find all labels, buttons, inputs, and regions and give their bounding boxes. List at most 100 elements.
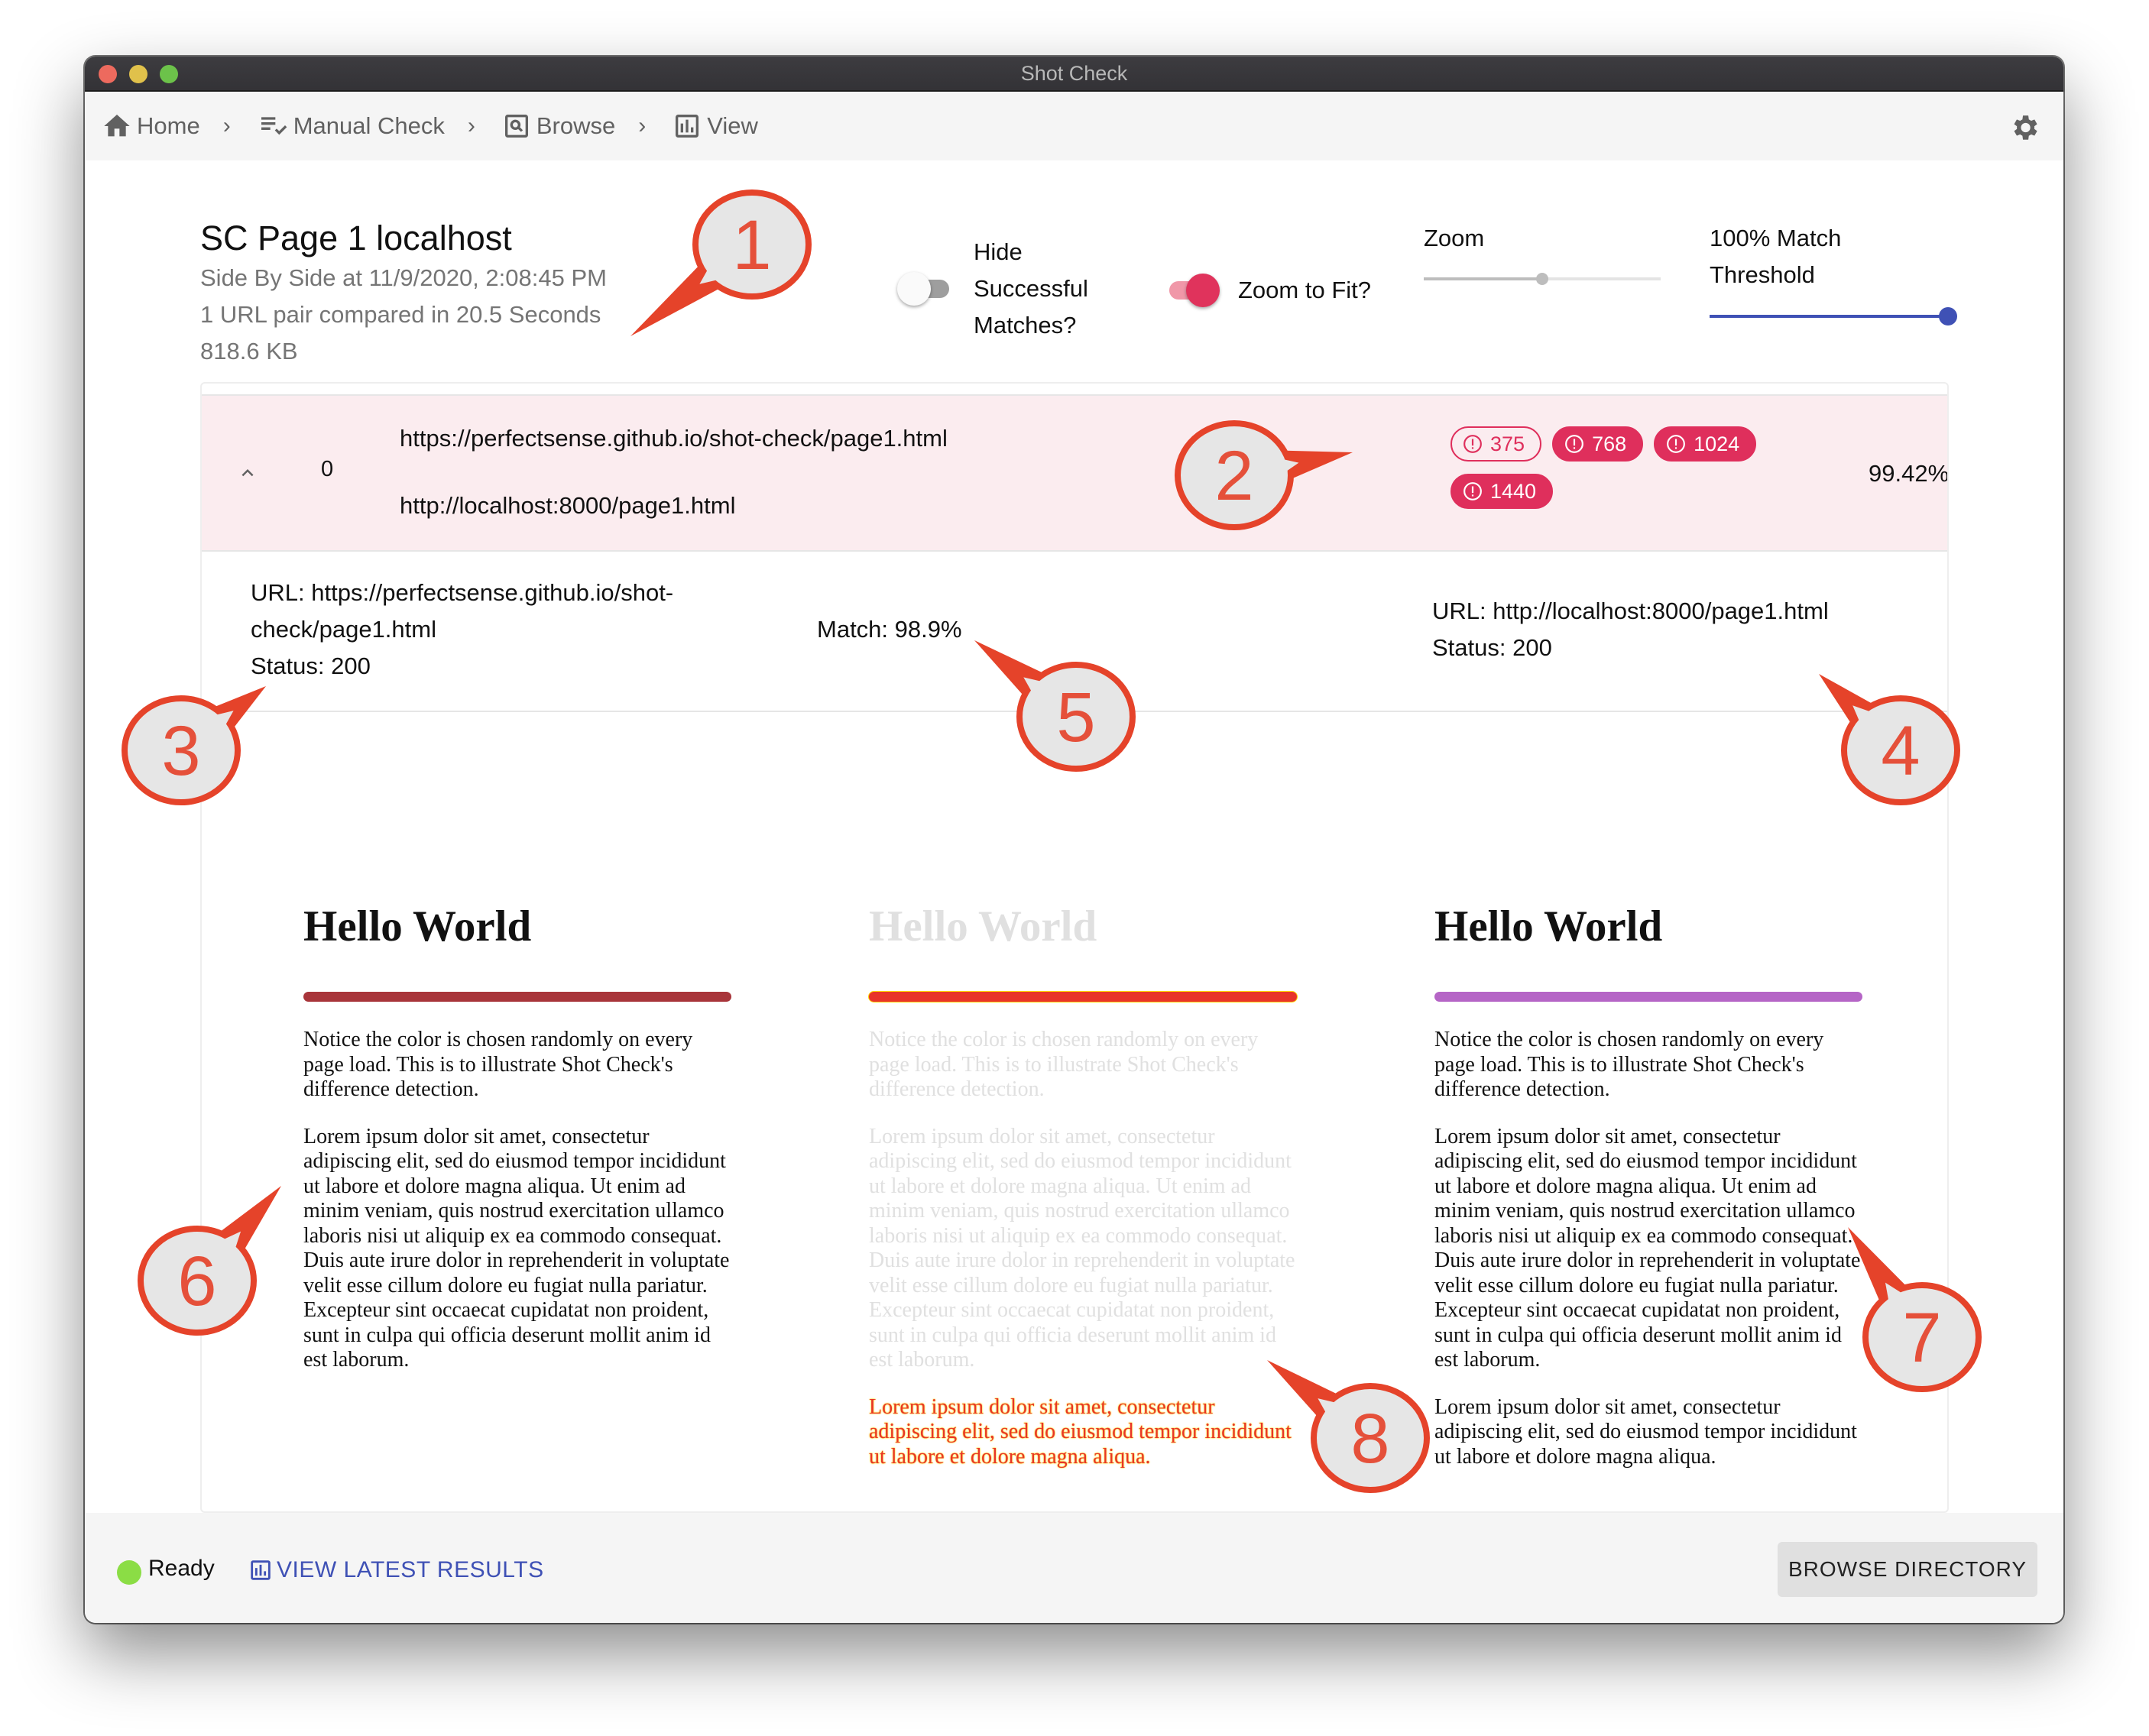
test-info: URL: http://localhost:8000/page1.html St…: [1432, 593, 1829, 666]
home-icon: [104, 115, 130, 137]
breakpoint-badge-1024[interactable]: 1024: [1654, 426, 1757, 462]
report-size: 818.6 KB: [200, 338, 298, 364]
screenshot-heading: Hello World: [869, 902, 1097, 951]
label-line: Threshold: [1710, 261, 1815, 288]
checklist-icon: [261, 117, 287, 135]
breadcrumb-browse[interactable]: Browse: [501, 111, 615, 141]
test-status: Status: 200: [1432, 634, 1552, 661]
hide-successful-toggle[interactable]: [897, 272, 955, 306]
row-index: 0: [321, 457, 334, 481]
badge-label: 1440: [1490, 479, 1537, 503]
test-screenshot: Hello World Notice the color is chosen r…: [1434, 900, 1862, 1491]
breadcrumb-label: Browse: [536, 112, 616, 139]
minimize-window-button[interactable]: [129, 65, 147, 83]
breadcrumb-view[interactable]: View: [672, 111, 758, 141]
breadcrumb-manual-check[interactable]: Manual Check: [257, 111, 445, 141]
status-text: Ready: [148, 1556, 215, 1581]
slider-fill: [1424, 277, 1542, 280]
hide-successful-control: Hide Successful Matches?: [897, 234, 1088, 344]
breakpoint-badge-375[interactable]: 375: [1450, 426, 1542, 462]
breadcrumb-label: Manual Check: [293, 112, 445, 139]
zoom-label: Zoom: [1424, 225, 1485, 251]
settings-button[interactable]: [2008, 112, 2040, 144]
test-url-detail: URL: http://localhost:8000/page1.html: [1432, 598, 1829, 624]
hide-successful-label: Hide Successful Matches?: [974, 234, 1088, 344]
label-line: Matches?: [974, 312, 1077, 338]
view-latest-results-link[interactable]: VIEW LATEST RESULTS: [248, 1557, 544, 1583]
breadcrumb-label: Home: [137, 112, 200, 139]
diff-highlight-text: Lorem ipsum dolor sit amet, consectetur …: [869, 1394, 1292, 1469]
label-line: Successful: [974, 275, 1088, 302]
diff-match: Match: 98.9%: [817, 616, 962, 643]
slider-thumb[interactable]: [1536, 273, 1548, 285]
test-url: http://localhost:8000/page1.html: [400, 492, 736, 519]
breadcrumb-separator: ›: [467, 113, 475, 138]
maximize-window-button[interactable]: [160, 65, 178, 83]
badge-label: 375: [1490, 432, 1525, 455]
toggle-thumb: [897, 272, 931, 306]
screenshot-color-rule-diff: [869, 992, 1297, 1002]
toggle-thumb: [1186, 274, 1220, 307]
zoom-to-fit-control: Zoom to Fit?: [1162, 272, 1371, 309]
comparison-summary: 1 URL pair compared in 20.5 Seconds: [200, 301, 601, 328]
screenshot-color-rule: [1434, 992, 1862, 1002]
alert-icon: [1667, 435, 1686, 453]
window-title: Shot Check: [1020, 61, 1128, 85]
screenshot-notice: Notice the color is chosen randomly on e…: [1434, 1028, 1824, 1101]
badge-label: 1024: [1694, 432, 1740, 455]
status-footer: Ready VIEW LATEST RESULTS BROWSE DIRECTO…: [85, 1513, 2063, 1623]
search-box-icon: [504, 115, 528, 138]
browse-directory-button[interactable]: BROWSE DIRECTORY: [1778, 1542, 2037, 1597]
zoom-to-fit-label: Zoom to Fit?: [1238, 277, 1371, 303]
breakpoint-badges: 375 768 1024 1440: [1450, 426, 1787, 509]
diff-screenshot: Hello World Notice the color is chosen r…: [869, 900, 1297, 1491]
gear-icon: [2014, 115, 2037, 140]
reference-url-line1: URL: https://perfectsense.github.io/shot…: [251, 579, 674, 606]
app-window: Shot Check Home › Manual Check › Browse …: [85, 57, 2063, 1623]
threshold-label: 100% Match Threshold: [1710, 220, 1841, 293]
report-summary: SC Page 1 localhost Side By Side at 11/9…: [200, 217, 607, 370]
chevron-up-icon[interactable]: [234, 462, 261, 484]
screenshot-heading: Hello World: [303, 902, 532, 951]
screenshot-lorem: Lorem ipsum dolor sit amet, consectetur …: [869, 1124, 1295, 1372]
reference-status: Status: 200: [251, 653, 371, 679]
reference-url-line2: check/page1.html: [251, 616, 436, 643]
alert-icon: [1565, 435, 1583, 453]
close-window-button[interactable]: [99, 65, 117, 83]
report-timestamp: Side By Side at 11/9/2020, 2:08:45 PM: [200, 264, 607, 291]
screenshot-heading: Hello World: [1434, 902, 1663, 951]
slider-fill: [1710, 315, 1948, 318]
alert-icon: [1463, 435, 1482, 453]
label-line: Hide: [974, 238, 1023, 265]
slider-thumb[interactable]: [1939, 307, 1957, 326]
screenshot-notice: Notice the color is chosen randomly on e…: [303, 1028, 693, 1101]
zoom-slider[interactable]: [1424, 271, 1661, 287]
zoom-to-fit-toggle[interactable]: [1162, 274, 1220, 307]
breadcrumb-home[interactable]: Home: [102, 111, 200, 141]
breakpoint-badge-768[interactable]: 768: [1552, 426, 1644, 462]
match-percent: 99.42%: [1869, 460, 1949, 487]
view-latest-results-label: VIEW LATEST RESULTS: [277, 1557, 544, 1582]
bar-chart-icon: [251, 1560, 271, 1580]
status-indicator-icon: [117, 1560, 141, 1585]
badge-label: 768: [1592, 432, 1627, 455]
reference-url: https://perfectsense.github.io/shot-chec…: [400, 425, 948, 452]
breadcrumb: Home › Manual Check › Browse › View: [85, 92, 2063, 160]
breadcrumb-separator: ›: [222, 113, 231, 138]
screenshot-lorem-extra: Lorem ipsum dolor sit amet, consectetur …: [1434, 1394, 1857, 1469]
diff-match-info: Match: 98.9%: [817, 611, 962, 648]
window-controls: [99, 65, 178, 83]
page-title: SC Page 1 localhost: [200, 219, 512, 257]
reference-info: URL: https://perfectsense.github.io/shot…: [251, 575, 673, 685]
breakpoint-badge-1440[interactable]: 1440: [1450, 474, 1554, 509]
breadcrumb-label: View: [707, 112, 758, 139]
screenshot-lorem: Lorem ipsum dolor sit amet, consectetur …: [303, 1124, 730, 1372]
result-row[interactable]: 0 https://perfectsense.github.io/shot-ch…: [202, 394, 1947, 552]
title-bar: Shot Check: [85, 57, 2063, 92]
match-threshold-slider[interactable]: [1710, 307, 1957, 326]
screenshot-notice: Notice the color is chosen randomly on e…: [869, 1028, 1259, 1101]
label-line: 100% Match: [1710, 225, 1842, 251]
breadcrumb-separator: ›: [638, 113, 647, 138]
screenshot-color-rule: [303, 992, 731, 1002]
result-card: 0 https://perfectsense.github.io/shot-ch…: [200, 382, 1949, 1513]
